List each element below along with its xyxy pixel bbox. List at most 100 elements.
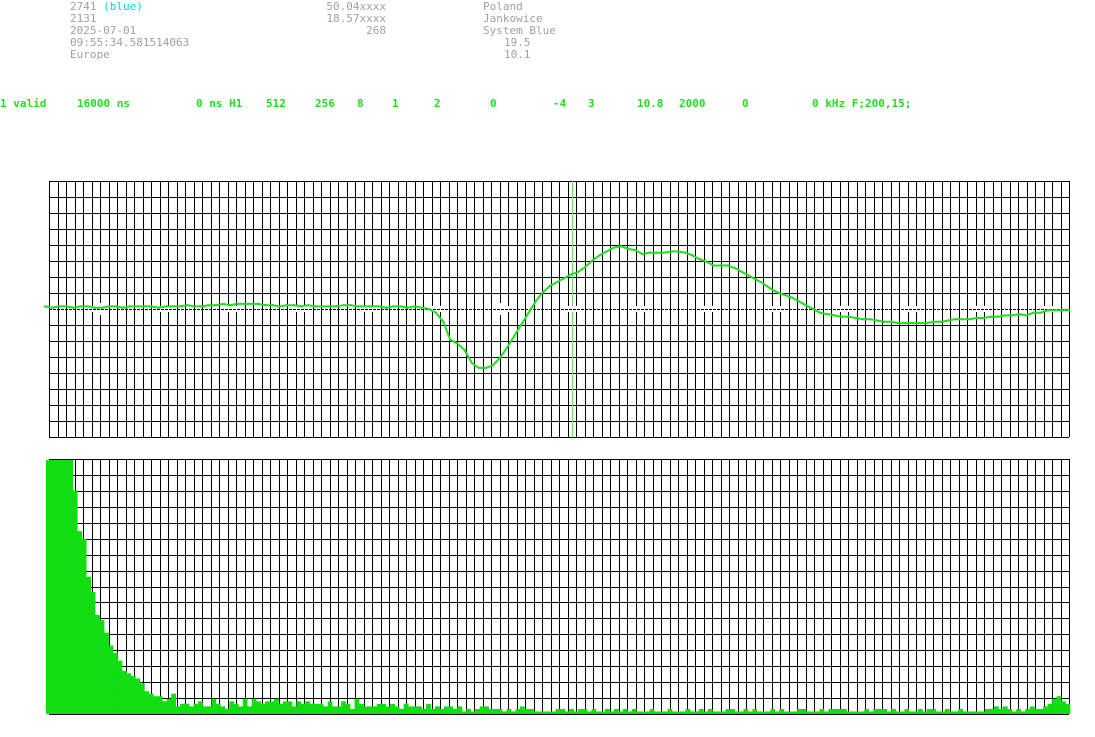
histogram-bar: [824, 711, 829, 714]
histogram-bar: [725, 708, 731, 714]
histogram-bar: [211, 698, 217, 714]
histogram-bar: [238, 706, 244, 714]
histogram-bar: [761, 711, 767, 714]
histogram-bar: [376, 703, 382, 714]
histogram-bar: [314, 703, 320, 714]
histogram-bar: [752, 708, 758, 714]
histogram-bar: [189, 706, 194, 714]
histogram-bar: [394, 706, 400, 714]
histogram-bar: [77, 531, 83, 714]
histogram-bar: [663, 711, 668, 714]
histogram-bar: [600, 711, 606, 714]
histogram-bar: [332, 706, 337, 714]
histogram-bar: [502, 711, 507, 714]
histogram-bar: [99, 620, 105, 714]
histogram-bar: [215, 703, 221, 714]
histogram-bar: [153, 696, 159, 714]
histogram-bar: [148, 693, 154, 714]
histogram-bar: [435, 706, 440, 714]
histogram-bar: [859, 711, 865, 714]
histogram-bar: [341, 701, 346, 714]
histogram-grid: [49, 459, 1070, 715]
histogram-bar: [175, 706, 181, 714]
histogram-bar: [300, 703, 306, 714]
histogram-bar: [971, 711, 977, 714]
histogram-bar: [46, 460, 51, 714]
histogram-bar: [917, 708, 923, 714]
histogram-bar: [81, 538, 87, 714]
histogram-bar: [233, 703, 239, 714]
histogram-bar: [59, 460, 65, 714]
histogram-bar: [1047, 703, 1053, 714]
histogram-bar: [537, 711, 543, 714]
histogram-bar: [926, 708, 932, 714]
histogram-bar: [193, 703, 199, 714]
histogram-bar: [493, 708, 498, 714]
histogram-bar: [385, 706, 391, 714]
histogram-bar: [913, 711, 919, 714]
histogram-bar: [707, 708, 713, 714]
histogram-bar: [712, 711, 718, 714]
histogram-bar: [426, 703, 431, 714]
histogram-bar: [1034, 708, 1039, 714]
histogram-bar: [479, 706, 485, 714]
histogram-bar: [837, 708, 843, 714]
histogram-bar: [309, 703, 315, 714]
histogram-bar: [546, 711, 552, 714]
histogram-bar: [130, 675, 136, 714]
histogram-bar: [506, 708, 512, 714]
histogram-bar: [685, 708, 691, 714]
waveform-panel: [43, 181, 1071, 438]
histogram-bar: [640, 711, 646, 714]
histogram-bar: [274, 698, 279, 714]
histogram-bar: [68, 460, 74, 714]
histogram-bar: [944, 708, 950, 714]
histogram-bar: [833, 708, 838, 714]
histogram-bar: [511, 711, 516, 714]
histogram-bar: [667, 708, 673, 714]
histogram-bar: [417, 706, 422, 714]
histogram-bar: [631, 708, 637, 714]
histogram-bar: [797, 708, 802, 714]
histogram-bar: [50, 460, 56, 714]
histogram-bar: [412, 706, 418, 714]
histogram-bar: [90, 592, 96, 714]
plots-canvas: [43, 181, 1071, 715]
histogram-bar: [748, 711, 753, 714]
histogram-bar: [224, 708, 230, 714]
histogram-bar: [882, 708, 887, 714]
histogram-bar: [654, 711, 659, 714]
histogram-bar: [1002, 706, 1008, 714]
histogram-bar: [886, 711, 892, 714]
histogram-bar: [756, 711, 762, 714]
histogram-bar: [703, 711, 709, 714]
histogram-bar: [765, 711, 771, 714]
histogram-bar: [104, 632, 109, 714]
histogram-bar: [122, 670, 127, 714]
histogram-bar: [95, 614, 100, 714]
histogram-bar: [940, 711, 946, 714]
histogram-bar: [180, 703, 185, 714]
histogram-bar: [198, 701, 203, 714]
histogram-bar: [408, 706, 413, 714]
histogram-bar: [560, 708, 566, 714]
histogram-bar: [144, 691, 150, 714]
histogram-bar: [806, 711, 811, 714]
histogram-bar: [551, 711, 557, 714]
histogram-bar: [542, 711, 548, 714]
histogram-bar: [877, 708, 883, 714]
histogram-bar: [819, 708, 825, 714]
histogram-bar: [613, 708, 619, 714]
histogram-bar: [815, 711, 820, 714]
histogram-bar: [421, 708, 427, 714]
histogram-bar: [1020, 711, 1026, 714]
histogram-bar: [891, 708, 896, 714]
histogram-bar: [484, 706, 489, 714]
histogram-bar: [171, 693, 176, 714]
histogram-bar: [430, 708, 436, 714]
histogram-bar: [698, 708, 704, 714]
histogram-bar: [672, 711, 677, 714]
histogram-bar: [372, 706, 378, 714]
histogram-bar: [354, 698, 360, 714]
histogram-bar: [855, 711, 861, 714]
